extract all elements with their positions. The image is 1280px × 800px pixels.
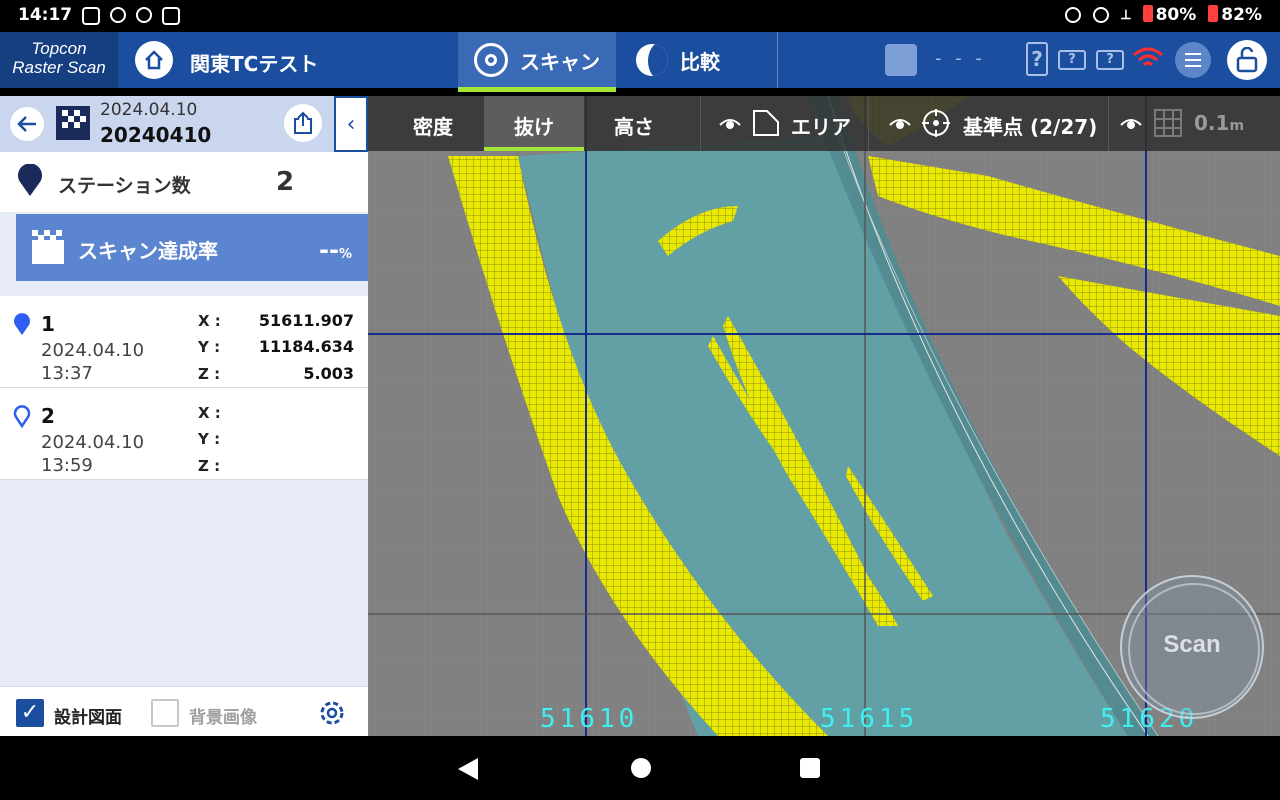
gear-icon[interactable] bbox=[316, 697, 348, 729]
coord-label: 51615 bbox=[820, 704, 919, 734]
scan-name: 20240410 bbox=[100, 123, 212, 147]
panel-header: 2024.04.10 20240410 ‹ bbox=[0, 96, 368, 152]
unknown-battery-icon: ? bbox=[1096, 50, 1124, 70]
clock: 14:17 bbox=[18, 5, 73, 25]
battery-level-2: 82% bbox=[1221, 5, 1262, 25]
station-count: 2 bbox=[276, 167, 295, 197]
checkered-flag-icon bbox=[32, 230, 64, 264]
scan-rate-card: スキャン達成率 --% bbox=[16, 214, 368, 281]
instrument-status: - - - bbox=[935, 48, 986, 69]
background-image-checkbox[interactable] bbox=[151, 699, 179, 727]
panel-footer: ✓ 設計図面 背景画像 bbox=[0, 686, 368, 736]
back-button[interactable] bbox=[10, 107, 44, 141]
scan-rate-value: --% bbox=[319, 236, 352, 264]
eye-icon[interactable] bbox=[718, 113, 742, 131]
location-icon bbox=[1065, 7, 1082, 23]
image-icon bbox=[82, 7, 100, 25]
app-header: Topcon Raster Scan 関東TCテスト スキャン 比較 - - -… bbox=[0, 32, 1280, 92]
station-list: 1 2024.04.10 13:37 X : Y : Z : 51611.907… bbox=[0, 296, 368, 480]
crosshair-icon bbox=[922, 109, 950, 137]
export-button[interactable] bbox=[284, 104, 322, 142]
station-count-label: ステーション数 bbox=[58, 175, 191, 197]
do-not-disturb-icon bbox=[1093, 7, 1110, 23]
signal-icon: ⟂ bbox=[1121, 7, 1131, 23]
compare-icon bbox=[636, 44, 668, 76]
status-bar: 14:17 ⟂ 80% 82% bbox=[0, 0, 1280, 32]
nav-back-icon[interactable] bbox=[458, 758, 478, 780]
coord-label: 51610 bbox=[540, 704, 639, 734]
tab-scan[interactable]: スキャン bbox=[458, 32, 616, 92]
unknown-battery-icon: ? bbox=[1058, 50, 1086, 70]
station-y: 11184.634 bbox=[258, 337, 354, 356]
chevron-left-icon: ‹ bbox=[346, 111, 356, 137]
scan-icon bbox=[474, 43, 508, 77]
app-logo: Topcon Raster Scan bbox=[0, 32, 118, 88]
battery-icon bbox=[1208, 5, 1219, 22]
area-toggle[interactable]: エリア bbox=[791, 111, 851, 140]
tab-height[interactable]: 高さ bbox=[614, 111, 654, 140]
nav-recents-icon[interactable] bbox=[800, 758, 820, 778]
grid-size[interactable]: 0.1m bbox=[1194, 111, 1244, 135]
wifi-icon[interactable] bbox=[1132, 47, 1164, 71]
sync-icon bbox=[136, 7, 152, 23]
share-icon bbox=[294, 111, 312, 134]
background-image-label: 背景画像 bbox=[189, 708, 257, 728]
project-name: 関東TCテスト bbox=[190, 52, 319, 76]
menu-button[interactable] bbox=[1175, 42, 1211, 78]
app-notification-icon bbox=[110, 7, 126, 23]
lock-button[interactable] bbox=[1227, 40, 1267, 80]
design-drawing-label: 設計図面 bbox=[54, 708, 122, 728]
station-item-2[interactable]: 2 2024.04.10 13:59 X : Y : Z : bbox=[0, 388, 368, 480]
instrument-icon[interactable] bbox=[885, 44, 917, 76]
scan-button[interactable]: Scan bbox=[1120, 575, 1264, 719]
scan-rate-label: スキャン達成率 bbox=[78, 239, 218, 263]
grid-icon bbox=[1154, 109, 1182, 137]
station-pin-filled-icon bbox=[13, 313, 30, 335]
unlock-icon bbox=[1236, 47, 1258, 73]
system-nav-bar bbox=[0, 736, 1280, 800]
battery-level-1: 80% bbox=[1155, 5, 1197, 25]
station-pin-icon bbox=[18, 164, 42, 196]
tab-compare[interactable]: 比較 bbox=[618, 32, 778, 88]
battery-icon bbox=[1142, 5, 1153, 22]
benchmark-toggle[interactable]: 基準点 (2/27) bbox=[963, 111, 1097, 140]
eye-icon[interactable] bbox=[1119, 113, 1143, 131]
copy-icon bbox=[162, 7, 180, 25]
eye-icon[interactable] bbox=[888, 113, 912, 131]
map-toolbar: 密度 抜け 高さ エリア 基準点 (2/27) 0.1m bbox=[368, 96, 1280, 151]
design-drawing-checkbox[interactable]: ✓ bbox=[16, 699, 44, 727]
tab-missing[interactable]: 抜け bbox=[514, 111, 554, 140]
arrow-left-icon bbox=[17, 116, 36, 132]
station-x: 51611.907 bbox=[258, 311, 354, 330]
tab-density[interactable]: 密度 bbox=[413, 111, 453, 140]
station-z: 5.003 bbox=[303, 364, 354, 383]
station-count-row: ステーション数 2 bbox=[0, 152, 368, 212]
side-panel: 2024.04.10 20240410 ‹ ステーション数 2 スキャン達成率 … bbox=[0, 96, 368, 736]
unknown-device-icon[interactable]: ? bbox=[1026, 42, 1048, 76]
collapse-panel-button[interactable]: ‹ bbox=[334, 96, 368, 152]
scan-date: 2024.04.10 bbox=[100, 100, 198, 120]
nav-home-icon[interactable] bbox=[631, 758, 651, 778]
home-button[interactable] bbox=[135, 41, 173, 79]
station-pin-outline-icon bbox=[13, 405, 31, 428]
station-item-1[interactable]: 1 2024.04.10 13:37 X : Y : Z : 51611.907… bbox=[0, 296, 368, 388]
home-icon bbox=[145, 50, 163, 70]
area-icon bbox=[753, 110, 779, 136]
checkered-flag-icon bbox=[56, 106, 90, 140]
